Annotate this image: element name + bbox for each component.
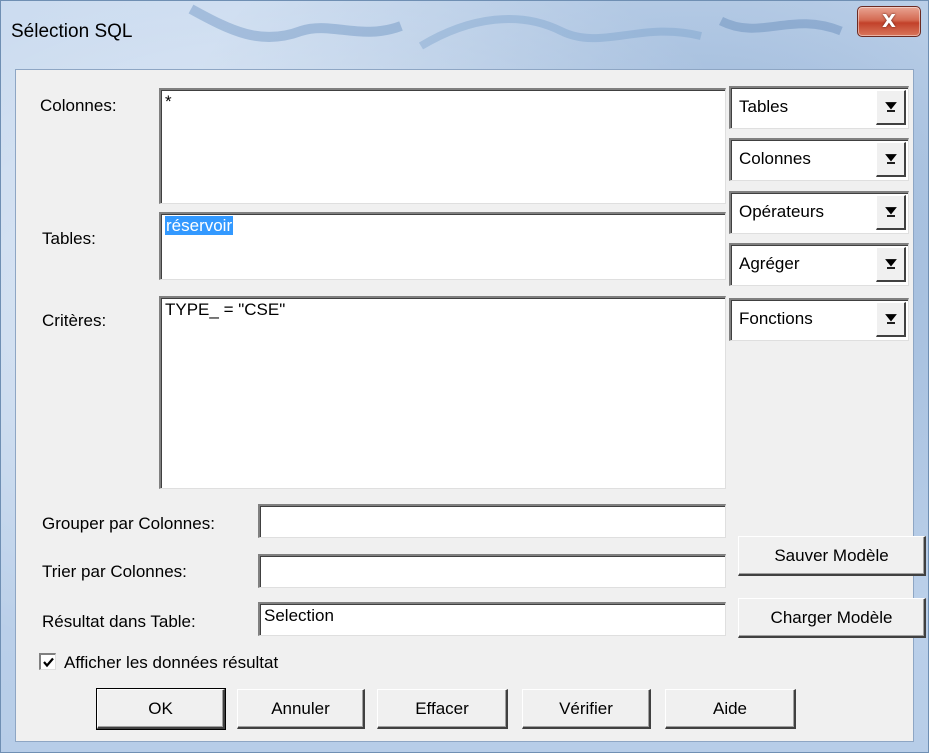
- order-by-label: Trier par Colonnes:: [42, 562, 187, 581]
- result-table-label: Résultat dans Table:: [42, 612, 196, 631]
- help-button[interactable]: Aide: [665, 689, 796, 729]
- save-template-button[interactable]: Sauver Modèle: [738, 536, 926, 576]
- columns-textarea[interactable]: *: [159, 88, 726, 204]
- tables-textarea[interactable]: réservoir: [159, 212, 726, 280]
- dropdown-arrow-icon[interactable]: [876, 195, 906, 230]
- tables-dropdown[interactable]: Tables: [729, 86, 909, 129]
- columns-dropdown[interactable]: Colonnes: [729, 138, 909, 181]
- dialog-window: Sélection SQL X Colonnes: * Tables: rése…: [0, 0, 929, 753]
- operators-dropdown[interactable]: Opérateurs: [729, 191, 909, 234]
- show-results-label[interactable]: Afficher les données résultat: [64, 653, 278, 673]
- load-template-button[interactable]: Charger Modèle: [738, 598, 926, 638]
- dropdown-label: Opérateurs: [739, 202, 825, 221]
- dropdown-label: Fonctions: [739, 309, 813, 328]
- dropdown-arrow-icon[interactable]: [876, 247, 906, 282]
- titlebar-background-decoration: [188, 4, 843, 50]
- criteria-textarea[interactable]: TYPE_ = "CSE": [159, 296, 726, 489]
- ok-button[interactable]: OK: [96, 688, 226, 730]
- tables-label: Tables:: [42, 229, 96, 248]
- group-by-label: Grouper par Colonnes:: [42, 514, 215, 533]
- criteria-label: Critères:: [42, 311, 107, 330]
- tables-selected-text: réservoir: [165, 216, 234, 235]
- verify-button[interactable]: Vérifier: [522, 689, 651, 729]
- dropdown-label: Tables: [739, 97, 789, 116]
- clear-button[interactable]: Effacer: [377, 689, 508, 729]
- order-by-input[interactable]: [258, 554, 726, 588]
- dropdown-label: Agréger: [739, 254, 800, 273]
- dropdown-label: Colonnes: [739, 149, 811, 168]
- functions-dropdown[interactable]: Fonctions: [729, 298, 909, 341]
- close-button[interactable]: X: [857, 6, 921, 37]
- cancel-button[interactable]: Annuler: [237, 689, 365, 729]
- columns-label: Colonnes:: [40, 96, 117, 115]
- dropdown-arrow-icon[interactable]: [876, 142, 906, 177]
- checkmark-icon: [42, 657, 54, 667]
- aggregate-dropdown[interactable]: Agréger: [729, 243, 909, 286]
- dropdown-arrow-icon[interactable]: [876, 90, 906, 125]
- window-title: Sélection SQL: [11, 21, 133, 42]
- title-bar[interactable]: Sélection SQL X: [1, 1, 929, 69]
- result-table-input[interactable]: Selection: [258, 602, 726, 636]
- close-icon: X: [882, 11, 896, 32]
- show-results-checkbox[interactable]: [39, 653, 56, 670]
- dialog-client-area: Colonnes: * Tables: réservoir Critères: …: [15, 69, 926, 742]
- group-by-input[interactable]: [258, 504, 726, 538]
- dropdown-arrow-icon[interactable]: [876, 302, 906, 337]
